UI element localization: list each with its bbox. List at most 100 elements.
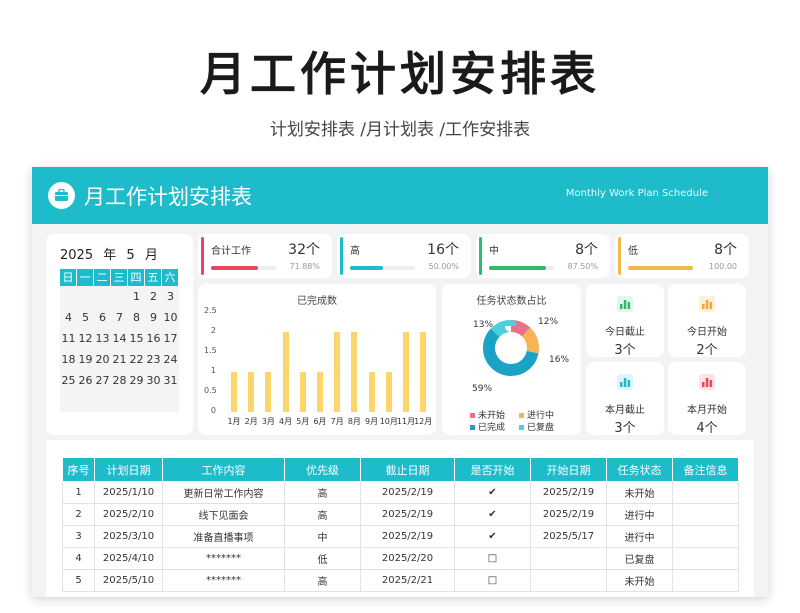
- table-header-row: 序号 计划日期 工作内容 优先级 截止日期 是否开始 开始日期 任务状态 备注信息: [62, 457, 739, 482]
- table-cell[interactable]: *******: [162, 569, 285, 592]
- summary-value: 3个: [614, 343, 636, 358]
- table-cell[interactable]: 未开始: [606, 481, 673, 504]
- calendar-day[interactable]: 3: [162, 286, 179, 307]
- calendar-day[interactable]: 29: [128, 370, 145, 391]
- calendar-day[interactable]: 24: [162, 349, 179, 370]
- table-cell[interactable]: [672, 569, 739, 592]
- column-header[interactable]: 序号: [62, 457, 95, 482]
- calendar-day[interactable]: 21: [111, 349, 128, 370]
- calendar-day[interactable]: 25: [60, 370, 77, 391]
- column-header[interactable]: 开始日期: [530, 457, 607, 482]
- table-cell[interactable]: [672, 525, 739, 548]
- calendar-day[interactable]: 19: [77, 349, 94, 370]
- table-cell[interactable]: 2025/1/10: [94, 481, 163, 504]
- table-cell[interactable]: 更新日常工作内容: [162, 481, 285, 504]
- table-cell[interactable]: 2025/2/19: [530, 481, 607, 504]
- table-cell[interactable]: 2: [62, 503, 95, 526]
- column-header[interactable]: 工作内容: [162, 457, 285, 482]
- table-row[interactable]: 4 2025/4/10 ******* 低 2025/2/20 □ 已复盘: [62, 547, 739, 570]
- table-cell[interactable]: 2025/4/10: [94, 547, 163, 570]
- column-header[interactable]: 任务状态: [606, 457, 673, 482]
- table-cell[interactable]: 进行中: [606, 525, 673, 548]
- calendar-day[interactable]: 8: [128, 307, 145, 328]
- calendar-day[interactable]: 16: [145, 328, 162, 349]
- calendar-day: [77, 391, 94, 412]
- table-cell[interactable]: 2025/3/10: [94, 525, 163, 548]
- calendar-weekdays: 日一二三四五六: [60, 269, 179, 286]
- table-cell[interactable]: 5: [62, 569, 95, 592]
- calendar-day: [60, 391, 77, 412]
- briefcase-icon: [48, 182, 75, 209]
- calendar-day[interactable]: 10: [162, 307, 179, 328]
- table-row[interactable]: 3 2025/3/10 准备直播事项中 2025/2/19 ✔ 2025/5/17 进行中: [62, 525, 739, 548]
- table-cell[interactable]: ✔: [454, 525, 531, 548]
- calendar-day[interactable]: 13: [94, 328, 111, 349]
- column-header[interactable]: 截止日期: [360, 457, 455, 482]
- donut-chart-card: 任务状态数占比 12% 16% 59% 13% 未开始 进行中 已完成 已复盘: [442, 284, 581, 435]
- table-cell[interactable]: 2025/2/19: [360, 525, 455, 548]
- table-cell[interactable]: 2025/5/10: [94, 569, 163, 592]
- calendar-day[interactable]: 6: [94, 307, 111, 328]
- table-cell[interactable]: 线下见面会: [162, 503, 285, 526]
- table-cell[interactable]: 准备直播事项: [162, 525, 285, 548]
- table-cell[interactable]: 4: [62, 547, 95, 570]
- calendar-day[interactable]: 31: [162, 370, 179, 391]
- table-cell[interactable]: □: [454, 547, 531, 570]
- table-cell[interactable]: 高: [284, 503, 361, 526]
- table-cell[interactable]: 高: [284, 569, 361, 592]
- table-cell[interactable]: [672, 503, 739, 526]
- calendar-day[interactable]: 26: [77, 370, 94, 391]
- calendar-day[interactable]: 15: [128, 328, 145, 349]
- calendar-day[interactable]: 17: [162, 328, 179, 349]
- table-cell[interactable]: [672, 547, 739, 570]
- calendar-day[interactable]: 4: [60, 307, 77, 328]
- table-cell[interactable]: 进行中: [606, 503, 673, 526]
- stat-card: 合计工作 32个 71.88%: [198, 234, 332, 278]
- table-cell[interactable]: 2025/5/17: [530, 525, 607, 548]
- table-cell[interactable]: 2025/2/20: [360, 547, 455, 570]
- calendar-day[interactable]: 7: [111, 307, 128, 328]
- calendar-grid: 日一二三四五六 1 2 3 4 5 6 7 8 9 10 11 12 13 14 15 16 17 18 19 20 2…: [60, 269, 179, 412]
- table-cell[interactable]: 高: [284, 481, 361, 504]
- calendar-day[interactable]: 20: [94, 349, 111, 370]
- column-header[interactable]: 计划日期: [94, 457, 163, 482]
- calendar-day[interactable]: 5: [77, 307, 94, 328]
- table-cell[interactable]: 低: [284, 547, 361, 570]
- calendar-day[interactable]: 30: [145, 370, 162, 391]
- calendar-day[interactable]: 2: [145, 286, 162, 307]
- calendar-day[interactable]: 14: [111, 328, 128, 349]
- table-cell[interactable]: *******: [162, 547, 285, 570]
- column-header[interactable]: 优先级: [284, 457, 361, 482]
- table-cell[interactable]: 2025/2/19: [360, 503, 455, 526]
- table-cell[interactable]: 3: [62, 525, 95, 548]
- calendar-day[interactable]: 22: [128, 349, 145, 370]
- column-header[interactable]: 是否开始: [454, 457, 531, 482]
- weekday-label: 六: [162, 269, 179, 286]
- table-cell[interactable]: □: [454, 569, 531, 592]
- table-cell[interactable]: 中: [284, 525, 361, 548]
- table-cell[interactable]: ✔: [454, 481, 531, 504]
- calendar-day[interactable]: 11: [60, 328, 77, 349]
- table-cell[interactable]: 2025/2/21: [360, 569, 455, 592]
- calendar-day[interactable]: 9: [145, 307, 162, 328]
- table-cell[interactable]: 2025/2/19: [530, 503, 607, 526]
- calendar-day[interactable]: 18: [60, 349, 77, 370]
- calendar-day[interactable]: 27: [94, 370, 111, 391]
- calendar-day[interactable]: 1: [128, 286, 145, 307]
- table-cell[interactable]: [530, 547, 607, 570]
- calendar-day[interactable]: 28: [111, 370, 128, 391]
- table-cell[interactable]: ✔: [454, 503, 531, 526]
- calendar-day[interactable]: 23: [145, 349, 162, 370]
- column-header[interactable]: 备注信息: [672, 457, 739, 482]
- table-row[interactable]: 2 2025/2/10 线下见面会高 2025/2/19 ✔ 2025/2/19 进行中: [62, 503, 739, 526]
- calendar-day[interactable]: 12: [77, 328, 94, 349]
- table-cell[interactable]: [672, 481, 739, 504]
- table-cell[interactable]: [530, 569, 607, 592]
- table-row[interactable]: 5 2025/5/10 ******* 高 2025/2/21 □ 未开始: [62, 569, 739, 592]
- table-cell[interactable]: 1: [62, 481, 95, 504]
- table-cell[interactable]: 2025/2/10: [94, 503, 163, 526]
- table-row[interactable]: 1 2025/1/10 更新日常工作内容高 2025/2/19 ✔ 2025/2/19 未开…: [62, 481, 739, 504]
- table-cell[interactable]: 2025/2/19: [360, 481, 455, 504]
- table-cell[interactable]: 已复盘: [606, 547, 673, 570]
- table-cell[interactable]: 未开始: [606, 569, 673, 592]
